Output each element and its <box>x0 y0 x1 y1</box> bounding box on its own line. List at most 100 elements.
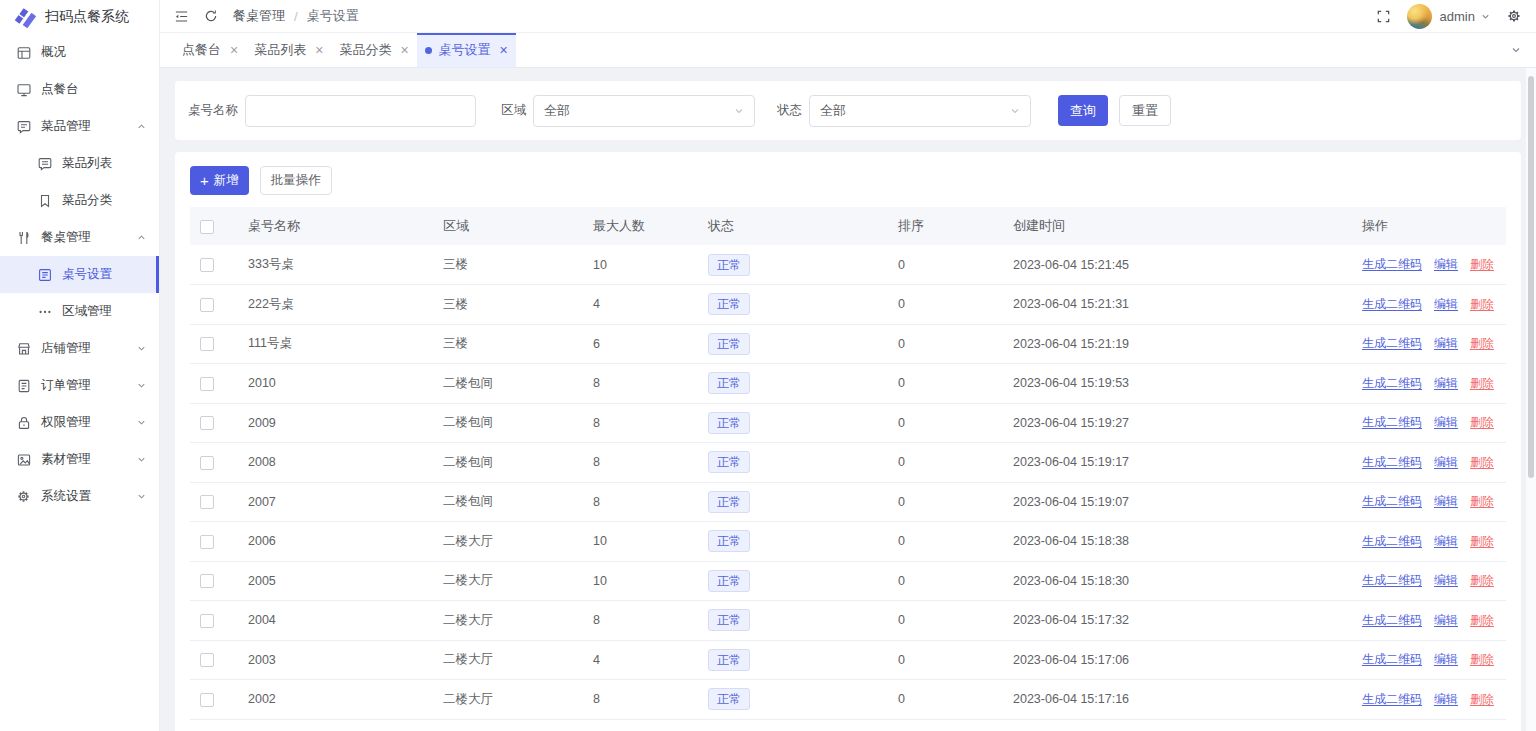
avatar[interactable] <box>1407 4 1432 29</box>
cell-operations: 生成二维码编辑删除 <box>1343 601 1506 641</box>
menu-fold-icon[interactable] <box>174 9 189 24</box>
delete-link[interactable]: 删除 <box>1470 376 1494 390</box>
generate-qrcode-link[interactable]: 生成二维码 <box>1362 376 1422 390</box>
reset-button[interactable]: 重置 <box>1119 95 1171 126</box>
fullscreen-icon[interactable] <box>1376 9 1391 24</box>
delete-link[interactable]: 删除 <box>1470 494 1494 508</box>
cell-sort: 0 <box>888 522 1003 562</box>
tab-菜品分类[interactable]: 菜品分类× <box>331 33 416 67</box>
delete-link[interactable]: 删除 <box>1470 613 1494 627</box>
tab-close-icon[interactable]: × <box>500 43 508 57</box>
generate-qrcode-link[interactable]: 生成二维码 <box>1362 297 1422 311</box>
row-checkbox[interactable] <box>200 377 214 391</box>
generate-qrcode-link[interactable]: 生成二维码 <box>1362 534 1422 548</box>
sidebar-item-order-management[interactable]: 订单管理 <box>0 367 159 404</box>
table-name-input[interactable] <box>245 95 476 127</box>
delete-link[interactable]: 删除 <box>1470 573 1494 587</box>
cell-sort: 0 <box>888 640 1003 680</box>
sidebar-item-material-management[interactable]: 素材管理 <box>0 441 159 478</box>
delete-link[interactable]: 删除 <box>1470 455 1494 469</box>
sidebar-item-dish-category[interactable]: 菜品分类 <box>0 182 159 219</box>
cell-sort: 0 <box>888 245 1003 285</box>
sidebar-item-overview[interactable]: 概况 <box>0 34 159 71</box>
breadcrumb-item[interactable]: 餐桌管理 <box>233 7 285 25</box>
generate-qrcode-link[interactable]: 生成二维码 <box>1362 415 1422 429</box>
sidebar-item-order-counter[interactable]: 点餐台 <box>0 71 159 108</box>
generate-qrcode-link[interactable]: 生成二维码 <box>1362 455 1422 469</box>
scrollbar-thumb[interactable] <box>1528 76 1534 478</box>
area-select[interactable]: 全部 <box>533 95 755 127</box>
tab-点餐台[interactable]: 点餐台× <box>174 33 246 67</box>
generate-qrcode-link[interactable]: 生成二维码 <box>1362 573 1422 587</box>
generate-qrcode-link[interactable]: 生成二维码 <box>1362 613 1422 627</box>
row-checkbox[interactable] <box>200 456 214 470</box>
edit-link[interactable]: 编辑 <box>1434 257 1458 271</box>
delete-link[interactable]: 删除 <box>1470 257 1494 271</box>
delete-link[interactable]: 删除 <box>1470 534 1494 548</box>
sidebar-item-dish-management[interactable]: 菜品管理 <box>0 108 159 145</box>
edit-link[interactable]: 编辑 <box>1434 573 1458 587</box>
delete-link[interactable]: 删除 <box>1470 692 1494 706</box>
delete-link[interactable]: 删除 <box>1470 336 1494 350</box>
cell-max-people: 8 <box>583 443 698 483</box>
sidebar-item-area-management[interactable]: 区域管理 <box>0 293 159 330</box>
delete-link[interactable]: 删除 <box>1470 652 1494 666</box>
cell-created-time: 2023-06-04 15:19:27 <box>1003 403 1343 443</box>
generate-qrcode-link[interactable]: 生成二维码 <box>1362 652 1422 666</box>
edit-link[interactable]: 编辑 <box>1434 455 1458 469</box>
edit-link[interactable]: 编辑 <box>1434 692 1458 706</box>
edit-link[interactable]: 编辑 <box>1434 534 1458 548</box>
row-checkbox[interactable] <box>200 495 214 509</box>
sidebar-item-permission-management[interactable]: 权限管理 <box>0 404 159 441</box>
tab-close-icon[interactable]: × <box>400 43 408 57</box>
sidebar-item-table-management[interactable]: 餐桌管理 <box>0 219 159 256</box>
batch-actions-button[interactable]: 批量操作 <box>260 166 332 195</box>
search-button[interactable]: 查询 <box>1058 95 1108 126</box>
row-checkbox[interactable] <box>200 258 214 272</box>
row-checkbox[interactable] <box>200 535 214 549</box>
generate-qrcode-link[interactable]: 生成二维码 <box>1362 257 1422 271</box>
sidebar-item-system-settings[interactable]: 系统设置 <box>0 478 159 515</box>
row-checkbox[interactable] <box>200 693 214 707</box>
sidebar-item-table-number-settings[interactable]: 桌号设置 <box>0 256 159 293</box>
status-badge: 正常 <box>708 570 750 592</box>
row-checkbox[interactable] <box>200 337 214 351</box>
main-area: 餐桌管理 / 桌号设置 admin <box>160 0 1536 731</box>
edit-link[interactable]: 编辑 <box>1434 297 1458 311</box>
cell-max-people: 10 <box>583 561 698 601</box>
refresh-icon[interactable] <box>204 9 218 23</box>
row-checkbox[interactable] <box>200 416 214 430</box>
cell-created-time: 2023-06-04 15:19:07 <box>1003 482 1343 522</box>
tab-菜品列表[interactable]: 菜品列表× <box>246 33 331 67</box>
edit-link[interactable]: 编辑 <box>1434 336 1458 350</box>
user-menu[interactable]: admin <box>1440 9 1491 24</box>
row-checkbox[interactable] <box>200 298 214 312</box>
delete-link[interactable]: 删除 <box>1470 297 1494 311</box>
edit-link[interactable]: 编辑 <box>1434 376 1458 390</box>
gear-icon[interactable] <box>1506 8 1522 24</box>
tab-桌号设置[interactable]: 桌号设置× <box>417 33 516 67</box>
tabbar-chevron-down-icon[interactable] <box>1496 33 1536 67</box>
chevron-down-icon <box>136 491 147 502</box>
sidebar-item-shop-management[interactable]: 店铺管理 <box>0 330 159 367</box>
generate-qrcode-link[interactable]: 生成二维码 <box>1362 494 1422 508</box>
row-checkbox[interactable] <box>200 653 214 667</box>
add-button[interactable]: +新增 <box>190 166 249 195</box>
cell-table-name: 2006 <box>238 522 433 562</box>
delete-link[interactable]: 删除 <box>1470 415 1494 429</box>
sidebar-item-label: 桌号设置 <box>62 266 112 283</box>
status-select[interactable]: 全部 <box>809 95 1031 127</box>
row-checkbox[interactable] <box>200 574 214 588</box>
sidebar-item-dish-list[interactable]: 菜品列表 <box>0 145 159 182</box>
tab-close-icon[interactable]: × <box>230 43 238 57</box>
edit-link[interactable]: 编辑 <box>1434 613 1458 627</box>
edit-link[interactable]: 编辑 <box>1434 415 1458 429</box>
edit-link[interactable]: 编辑 <box>1434 494 1458 508</box>
generate-qrcode-link[interactable]: 生成二维码 <box>1362 692 1422 706</box>
status-badge: 正常 <box>708 254 750 276</box>
select-all-checkbox[interactable] <box>200 220 214 234</box>
tab-close-icon[interactable]: × <box>315 43 323 57</box>
row-checkbox[interactable] <box>200 614 214 628</box>
generate-qrcode-link[interactable]: 生成二维码 <box>1362 336 1422 350</box>
edit-link[interactable]: 编辑 <box>1434 652 1458 666</box>
